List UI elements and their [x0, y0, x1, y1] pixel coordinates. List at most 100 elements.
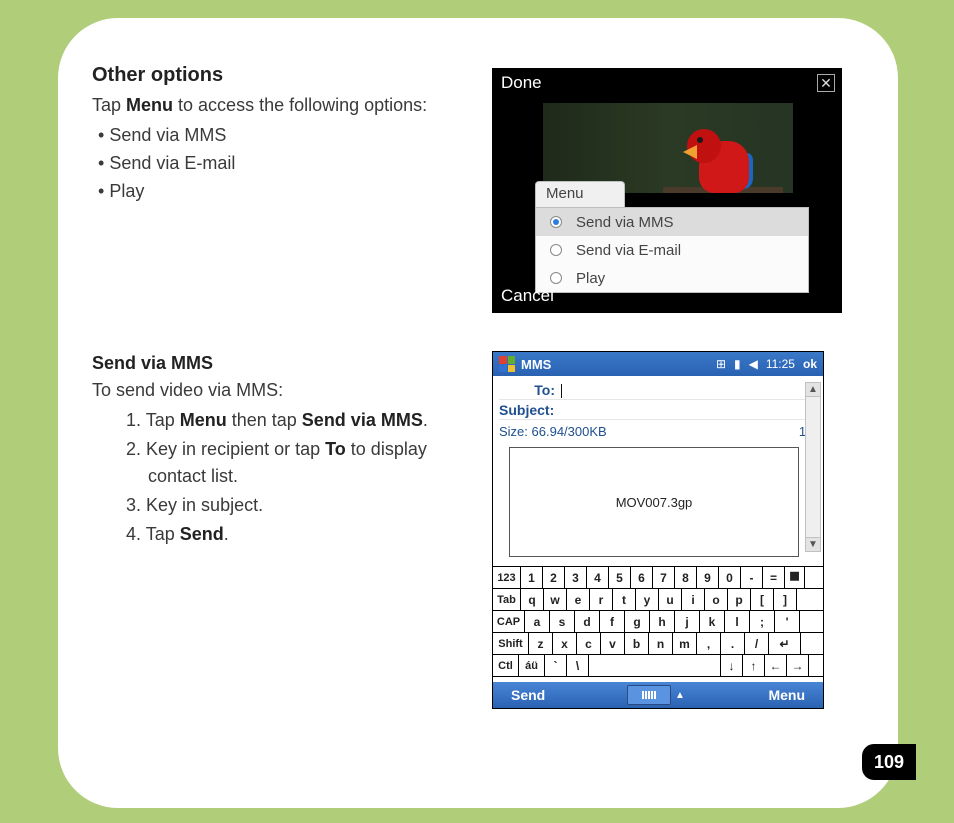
menu-item-send-email[interactable]: Send via E-mail	[536, 236, 808, 264]
ok-button[interactable]: ok	[803, 357, 817, 371]
key-;[interactable]: ;	[750, 611, 775, 632]
cancel-button[interactable]: Cancel	[493, 284, 841, 312]
key-=[interactable]: =	[763, 567, 785, 588]
key-Ctl[interactable]: Ctl	[493, 655, 519, 676]
scrollbar[interactable]: ▲ ▼	[805, 382, 821, 552]
key-t[interactable]: t	[613, 589, 636, 610]
key-1[interactable]: 1	[521, 567, 543, 588]
key-z[interactable]: z	[529, 633, 553, 654]
key-b[interactable]: b	[625, 633, 649, 654]
key-↑[interactable]: ↑	[743, 655, 765, 676]
key-Shift[interactable]: Shift	[493, 633, 529, 654]
key-x[interactable]: x	[553, 633, 577, 654]
sip-arrow-icon[interactable]: ▲	[671, 690, 689, 701]
manual-page: Other options Tap Menu to access the fol…	[58, 18, 898, 808]
key-j[interactable]: j	[675, 611, 700, 632]
connectivity-icon[interactable]: ⊞	[716, 357, 726, 371]
key-`[interactable]: `	[545, 655, 567, 676]
key-m[interactable]: m	[673, 633, 697, 654]
list-item: Send via MMS	[92, 122, 472, 150]
key-y[interactable]: y	[636, 589, 659, 610]
key-f[interactable]: f	[600, 611, 625, 632]
menu-item-send-mms[interactable]: Send via MMS	[536, 208, 808, 236]
key-space[interactable]	[589, 655, 721, 676]
key-9[interactable]: 9	[697, 567, 719, 588]
attachment-filename: MOV007.3gp	[616, 495, 693, 510]
key-q[interactable]: q	[521, 589, 544, 610]
key-.[interactable]: .	[721, 633, 745, 654]
radio-icon	[550, 244, 562, 256]
key-g[interactable]: g	[625, 611, 650, 632]
key-i[interactable]: i	[682, 589, 705, 610]
signal-icon[interactable]: ▮	[734, 357, 741, 371]
key-o[interactable]: o	[705, 589, 728, 610]
key-→[interactable]: →	[787, 655, 809, 676]
key-l[interactable]: l	[725, 611, 750, 632]
attachment-slot[interactable]: MOV007.3gp	[509, 447, 799, 557]
key-123[interactable]: 123	[493, 567, 521, 588]
subject-field-row[interactable]: Subject:	[499, 400, 817, 420]
key-0[interactable]: 0	[719, 567, 741, 588]
scroll-up-icon[interactable]: ▲	[806, 383, 820, 397]
window-titlebar: MMS ⊞ ▮ ◀ 11:25 ok	[493, 352, 823, 376]
key-CAP[interactable]: CAP	[493, 611, 525, 632]
sip-toggle-button[interactable]	[627, 685, 671, 705]
send-button[interactable]: Send	[493, 687, 627, 703]
key-Tab[interactable]: Tab	[493, 589, 521, 610]
screenshot-mms-composer: MMS ⊞ ▮ ◀ 11:25 ok To: Subject	[492, 351, 824, 709]
key-p[interactable]: p	[728, 589, 751, 610]
key-r[interactable]: r	[590, 589, 613, 610]
list-item: Send via E-mail	[92, 150, 472, 178]
page-number: 109	[862, 744, 916, 780]
key-áü[interactable]: áü	[519, 655, 545, 676]
key-e[interactable]: e	[567, 589, 590, 610]
key-[[interactable]: [	[751, 589, 774, 610]
on-screen-keyboard[interactable]: 1231234567890-=⯀ Tabqwertyuiop[] CAPasdf…	[493, 566, 823, 682]
key-6[interactable]: 6	[631, 567, 653, 588]
key-8[interactable]: 8	[675, 567, 697, 588]
key-3[interactable]: 3	[565, 567, 587, 588]
to-input[interactable]	[561, 381, 817, 397]
key-d[interactable]: d	[575, 611, 600, 632]
key-\[interactable]: \	[567, 655, 589, 676]
key-↵[interactable]: ↵	[769, 633, 801, 654]
key-'[interactable]: '	[775, 611, 800, 632]
key-⯀[interactable]: ⯀	[785, 567, 805, 588]
key-h[interactable]: h	[650, 611, 675, 632]
key-2[interactable]: 2	[543, 567, 565, 588]
size-text: Size: 66.94/300KB	[499, 424, 607, 439]
key-][interactable]: ]	[774, 589, 797, 610]
popup-menu: Menu Send via MMS Send via E-mail Pla	[535, 181, 809, 293]
key-←[interactable]: ←	[765, 655, 787, 676]
key-↓[interactable]: ↓	[721, 655, 743, 676]
key-n[interactable]: n	[649, 633, 673, 654]
key-,[interactable]: ,	[697, 633, 721, 654]
list-item: 3. Key in subject.	[126, 492, 472, 519]
list-item: 1. Tap Menu then tap Send via MMS.	[126, 407, 472, 434]
key-c[interactable]: c	[577, 633, 601, 654]
close-icon[interactable]: ✕	[817, 74, 835, 92]
key-u[interactable]: u	[659, 589, 682, 610]
list-item: 2. Key in recipient or tap To to display…	[126, 436, 472, 490]
scroll-down-icon[interactable]: ▼	[806, 537, 820, 551]
key-w[interactable]: w	[544, 589, 567, 610]
key-a[interactable]: a	[525, 611, 550, 632]
speaker-icon[interactable]: ◀	[749, 357, 758, 371]
soft-key-bar: Send ▲ Menu	[493, 682, 823, 708]
list-item: Play	[92, 178, 472, 206]
menu-tab-label: Menu	[535, 181, 625, 207]
key-s[interactable]: s	[550, 611, 575, 632]
key-4[interactable]: 4	[587, 567, 609, 588]
to-field-row[interactable]: To:	[499, 380, 817, 400]
key-k[interactable]: k	[700, 611, 725, 632]
screenshot-menu: Done ✕ Menu Send via MMS	[492, 68, 842, 313]
menu-button[interactable]: Menu	[689, 687, 823, 703]
start-icon[interactable]	[499, 356, 515, 372]
key-/[interactable]: /	[745, 633, 769, 654]
key-5[interactable]: 5	[609, 567, 631, 588]
key--[interactable]: -	[741, 567, 763, 588]
key-v[interactable]: v	[601, 633, 625, 654]
video-thumbnail	[543, 103, 793, 193]
done-button[interactable]: Done	[501, 73, 542, 93]
key-7[interactable]: 7	[653, 567, 675, 588]
